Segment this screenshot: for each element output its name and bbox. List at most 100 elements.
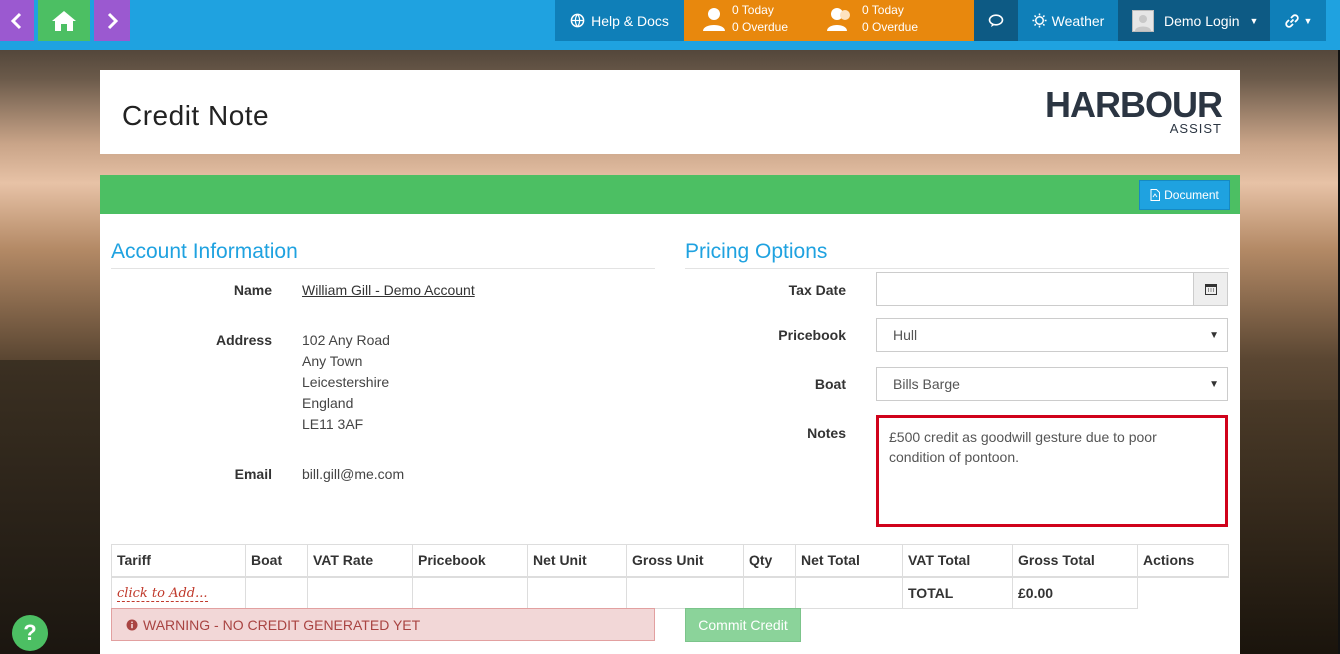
top-navbar: Help & Docs 0 Today 0 Overdue 0 Today 0 … (0, 0, 1340, 50)
table-cell (626, 576, 744, 609)
table-cell (245, 576, 308, 609)
info-circle-icon (126, 619, 138, 630)
calendar-icon (1204, 284, 1217, 295)
column-header: Net Total (795, 544, 903, 578)
add-line-cell[interactable]: click to Add... (111, 576, 246, 609)
team-tasks-overdue: 0 Overdue (862, 20, 919, 34)
select-caret-icon: ▼ (1209, 378, 1219, 390)
boat-label: Boat (814, 376, 846, 392)
table-cell (743, 576, 796, 609)
column-header: Gross Unit (626, 544, 744, 578)
help-chat-bubble[interactable]: ? (12, 615, 48, 651)
table-header-row: Tariff Boat VAT Rate Pricebook Net Unit … (111, 544, 1229, 578)
globe-icon (570, 13, 585, 28)
address-value: 102 Any Road Any Town Leicestershire Eng… (302, 330, 390, 435)
my-tasks-today: 0 Today (732, 3, 774, 17)
column-header: Tariff (111, 544, 246, 578)
add-line-link[interactable]: click to Add... (117, 586, 208, 603)
pricebook-label: Pricebook (778, 327, 846, 343)
my-tasks-counter[interactable]: 0 Today 0 Overdue (702, 2, 788, 36)
table-cell (527, 576, 627, 609)
page-header: Credit Note HARBOUR ASSIST (100, 70, 1240, 154)
team-tasks-today: 0 Today (862, 3, 904, 17)
tasks-summary[interactable]: 0 Today 0 Overdue 0 Today 0 Overdue (684, 0, 974, 41)
address-line: Leicestershire (302, 374, 390, 390)
column-header: VAT Rate (307, 544, 413, 578)
background-scenery-left (0, 360, 100, 654)
table-row: click to Add... TOTAL £0.00 (111, 576, 1229, 609)
warning-text: WARNING - NO CREDIT GENERATED YET (143, 616, 421, 633)
table-cell (795, 576, 903, 609)
my-tasks-overdue: 0 Overdue (732, 20, 789, 34)
logo-main: HARBOUR (1045, 84, 1223, 125)
pricing-options-heading: Pricing Options (685, 240, 1229, 269)
tax-date-label: Tax Date (788, 282, 846, 298)
chat-icon (988, 13, 1004, 27)
calendar-button[interactable] (1193, 273, 1227, 305)
column-header: Net Unit (527, 544, 627, 578)
chevron-left-icon (10, 12, 22, 29)
column-header: Boat (245, 544, 308, 578)
document-label: Document (1164, 188, 1219, 202)
user-silhouette-icon (1135, 14, 1151, 31)
home-button[interactable] (38, 0, 90, 41)
account-link[interactable]: William Gill - Demo Account (302, 282, 475, 298)
pricebook-value: Hull (893, 327, 918, 343)
total-value: £0.00 (1012, 576, 1138, 609)
user-name: Demo Login (1164, 12, 1240, 29)
table-cell (412, 576, 528, 609)
links-menu[interactable]: ▼ (1270, 0, 1326, 41)
background-scenery-right (1240, 400, 1340, 654)
notes-textarea[interactable]: £500 credit as goodwill gesture due to p… (876, 415, 1228, 527)
name-label: Name (233, 282, 272, 298)
account-information-heading: Account Information (111, 240, 655, 269)
column-header: Qty (743, 544, 796, 578)
name-value[interactable]: William Gill - Demo Account (302, 280, 475, 301)
address-line: 102 Any Road (302, 332, 390, 348)
link-icon (1284, 13, 1299, 28)
home-icon (52, 10, 76, 31)
boat-value: Bills Barge (893, 376, 960, 392)
pricebook-select[interactable]: Hull ▼ (876, 318, 1228, 352)
credit-note-form: Account Information Pricing Options Name… (100, 214, 1240, 654)
action-bar: Document (100, 175, 1240, 214)
sun-icon (1032, 13, 1047, 28)
caret-down-icon: ▼ (1303, 15, 1313, 26)
forward-button[interactable] (94, 0, 130, 41)
column-header: VAT Total (902, 544, 1013, 578)
pdf-file-icon (1150, 189, 1161, 201)
back-button[interactable] (0, 0, 34, 41)
notes-label: Notes (807, 425, 846, 441)
commit-credit-button[interactable]: Commit Credit (685, 608, 801, 642)
harbour-assist-logo: HARBOUR ASSIST (1045, 84, 1223, 136)
column-header: Actions (1137, 544, 1229, 578)
users-icon (827, 8, 850, 31)
address-label: Address (215, 332, 272, 348)
table-cell (1137, 576, 1229, 609)
total-label: TOTAL (902, 576, 1013, 609)
table-cell (307, 576, 413, 609)
address-line: LE11 3AF (302, 416, 364, 432)
document-button[interactable]: Document (1139, 180, 1230, 210)
select-caret-icon: ▼ (1209, 329, 1219, 341)
line-items-table: Tariff Boat VAT Rate Pricebook Net Unit … (111, 544, 1229, 609)
help-docs-label: Help & Docs (591, 12, 669, 29)
address-line: Any Town (302, 353, 363, 369)
user-menu[interactable]: Demo Login ▼ (1118, 0, 1270, 41)
email-value: bill.gill@me.com (302, 466, 405, 482)
tax-date-field[interactable] (876, 272, 1228, 306)
email-label: Email (234, 466, 272, 482)
weather-button[interactable]: Weather (1018, 0, 1118, 41)
user-icon (703, 8, 725, 31)
team-tasks-counter[interactable]: 0 Today 0 Overdue (826, 2, 918, 36)
chat-button[interactable] (974, 0, 1018, 41)
chevron-right-icon (107, 12, 119, 29)
address-line: England (302, 395, 354, 411)
caret-down-icon: ▼ (1249, 15, 1259, 26)
column-header: Gross Total (1012, 544, 1138, 578)
boat-select[interactable]: Bills Barge ▼ (876, 367, 1228, 401)
column-header: Pricebook (412, 544, 528, 578)
avatar (1132, 9, 1154, 32)
help-docs-button[interactable]: Help & Docs (555, 0, 684, 41)
page-title: Credit Note (122, 100, 270, 131)
